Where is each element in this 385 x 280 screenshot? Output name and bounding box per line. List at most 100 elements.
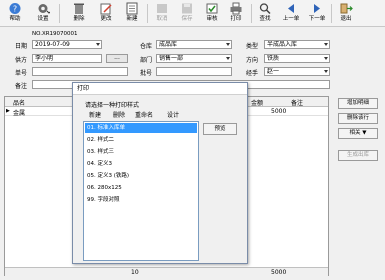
list-item[interactable]: 05. 定义3 (铁路) <box>85 171 197 181</box>
save-icon <box>182 3 192 14</box>
toolbar-separator <box>331 4 332 23</box>
type-value: 半成品入库 <box>267 41 298 48</box>
arrow-right-icon <box>314 4 320 13</box>
chevron-down-icon <box>226 57 230 60</box>
chevron-down-icon <box>324 57 328 60</box>
handler-label: 经手 <box>246 70 259 77</box>
settings-label: 设置 <box>37 16 49 22</box>
toolbar: ? 帮助 设置 删除 更改 新建 取消 保存 审核 打印 查找 上一单 下一单 … <box>0 0 385 27</box>
chevron-down-icon <box>324 70 328 73</box>
prev-label: 上一单 <box>282 16 300 22</box>
direction-select[interactable]: 铁质 <box>264 54 330 63</box>
find-label: 查找 <box>259 16 271 22</box>
new-document-icon <box>126 2 138 15</box>
exit-icon <box>340 3 353 14</box>
toolbar-separator <box>147 4 148 23</box>
delete-button[interactable]: 删除 <box>67 2 91 25</box>
menu-delete[interactable]: 删除 <box>113 110 125 119</box>
delete-row-button[interactable]: 删除该行 <box>338 113 378 124</box>
list-item[interactable]: 06. 280x125 <box>85 183 197 193</box>
delete-label: 删除 <box>73 16 85 22</box>
doc-number-input[interactable] <box>32 67 128 76</box>
batch-label: 批号 <box>140 70 153 77</box>
list-item[interactable]: 04. 定义3 <box>85 159 197 169</box>
save-button[interactable]: 保存 <box>175 2 199 25</box>
supplier-browse-button[interactable]: ... <box>106 54 128 63</box>
exit-button[interactable]: 退出 <box>334 2 358 25</box>
cancel-icon <box>157 4 167 13</box>
grid-footer: 10 5000 <box>5 267 328 276</box>
find-button[interactable]: 查找 <box>253 2 277 25</box>
warehouse-select[interactable]: 成品库 <box>156 40 232 49</box>
menu-new[interactable]: 新建 <box>89 110 101 119</box>
new-button[interactable]: 新建 <box>120 2 144 25</box>
audit-icon <box>206 3 218 14</box>
trash-icon <box>74 3 84 14</box>
grid-col-amount: 金额 <box>251 100 264 107</box>
dialog-title: 打印 <box>73 83 247 95</box>
list-item[interactable]: 02. 样式二 <box>85 135 197 145</box>
date-label: 日期 <box>15 43 28 50</box>
supplier-label: 供方 <box>15 57 28 64</box>
warehouse-label: 仓库 <box>140 43 153 50</box>
print-style-list[interactable]: 01. 标准入库单 02. 样式二 03. 样式三 04. 定义3 05. 定义… <box>83 121 199 261</box>
handler-select[interactable]: 赵一 <box>264 67 330 76</box>
prev-button[interactable]: 上一单 <box>279 2 303 25</box>
menu-rename[interactable]: 重命名 <box>135 110 153 119</box>
new-label: 新建 <box>126 16 138 22</box>
audit-label: 审核 <box>206 16 218 22</box>
audit-button[interactable]: 审核 <box>200 2 224 25</box>
document-number: NO.XR19070001 <box>32 31 78 37</box>
list-item[interactable]: 01. 标准入库单 <box>85 123 197 133</box>
supplier-value: 李小明 <box>35 55 54 62</box>
help-button[interactable]: ? 帮助 <box>3 2 27 25</box>
doc-number-label: 单号 <box>15 70 28 77</box>
date-value: 2019-07-09 <box>35 41 70 48</box>
cancel-button[interactable]: 取消 <box>150 2 174 25</box>
footer-quantity: 10 <box>131 269 139 276</box>
direction-label: 方向 <box>246 57 259 64</box>
chevron-down-icon <box>226 43 230 46</box>
edit-icon <box>100 3 112 15</box>
modify-button[interactable]: 更改 <box>94 2 118 25</box>
handler-value: 赵一 <box>267 68 280 75</box>
supplier-input[interactable]: 李小明 <box>32 54 102 63</box>
calendar-dropdown-icon[interactable] <box>96 43 100 46</box>
preview-button[interactable]: 预览 <box>203 123 237 135</box>
row-amount-cell[interactable]: 5000 <box>271 108 286 115</box>
chevron-down-icon <box>324 43 328 46</box>
remark-label: 备注 <box>15 83 28 90</box>
next-button[interactable]: 下一单 <box>305 2 329 25</box>
toolbar-separator <box>251 4 252 23</box>
search-icon <box>259 3 271 15</box>
help-icon: ? <box>9 3 21 14</box>
save-label: 保存 <box>181 16 193 22</box>
footer-amount: 5000 <box>271 269 287 276</box>
department-select[interactable]: 销售一部 <box>156 54 232 63</box>
reference-dropdown-button[interactable]: 相关 ▼ <box>338 128 378 139</box>
next-label: 下一单 <box>308 16 326 22</box>
settings-button[interactable]: 设置 <box>31 2 55 25</box>
print-button[interactable]: 打印 <box>224 2 248 25</box>
list-item[interactable]: 99. 字段对照 <box>85 195 197 205</box>
gear-icon <box>38 4 50 14</box>
printer-icon <box>230 2 242 15</box>
grid-col-name: 品名 <box>13 100 26 107</box>
type-label: 类型 <box>246 43 259 50</box>
date-picker[interactable]: 2019-07-09 <box>32 40 102 49</box>
type-select[interactable]: 半成品入库 <box>264 40 330 49</box>
menu-design[interactable]: 设计 <box>167 110 179 119</box>
add-row-button[interactable]: 增加明细 <box>338 98 378 109</box>
batch-input[interactable] <box>156 67 232 76</box>
print-dialog: 打印 请选择一种打印样式 新建 删除 重命名 设计 01. 标准入库单 02. … <box>72 82 248 264</box>
row-name-cell[interactable]: 金属 <box>13 108 25 117</box>
row-selector-icon: ▶ <box>6 108 10 114</box>
print-label: 打印 <box>230 16 242 22</box>
dialog-prompt: 请选择一种打印样式 <box>85 102 140 109</box>
generate-outbound-button[interactable]: 生成出库 <box>338 150 378 161</box>
warehouse-value: 成品库 <box>159 41 178 48</box>
help-label: 帮助 <box>9 16 21 22</box>
department-label: 部门 <box>140 57 153 64</box>
toolbar-separator <box>59 4 60 23</box>
list-item[interactable]: 03. 样式三 <box>85 147 197 157</box>
